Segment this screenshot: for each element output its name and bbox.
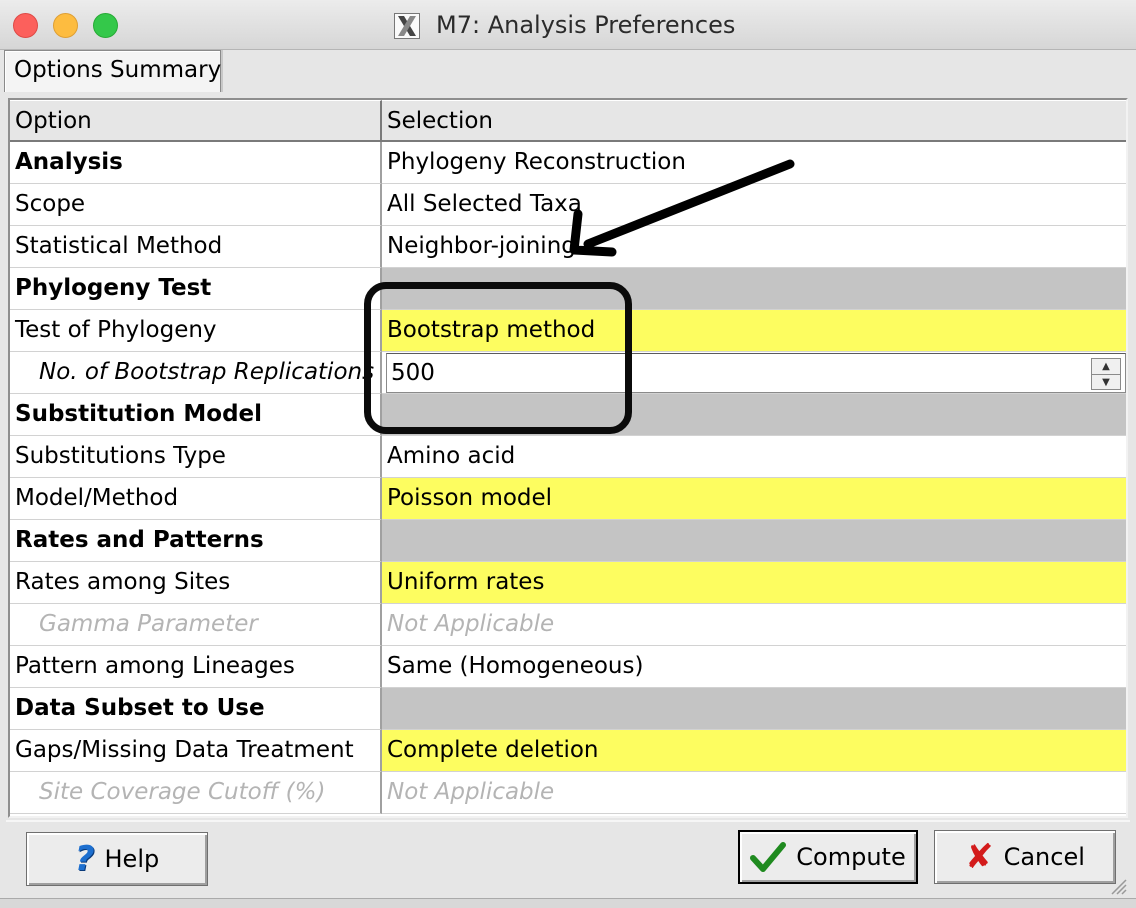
option-cell: Scope: [10, 184, 382, 226]
column-header-option[interactable]: Option: [10, 100, 382, 142]
table-row[interactable]: Gamma Parameter Not Applicable: [10, 604, 1126, 646]
option-cell: Model/Method: [10, 478, 382, 520]
option-cell: Gaps/Missing Data Treatment: [10, 730, 382, 772]
selection-cell[interactable]: Not Applicable: [382, 604, 1126, 646]
title-bar: M7: Analysis Preferences: [0, 0, 1136, 50]
option-cell: No. of Bootstrap Replications: [10, 352, 382, 394]
option-cell: Test of Phylogeny: [10, 310, 382, 352]
bootstrap-replications-input[interactable]: 500 ▲ ▼: [386, 353, 1126, 393]
spinner-up-icon[interactable]: ▲: [1092, 359, 1120, 374]
help-button-label: Help: [104, 845, 160, 873]
table-row[interactable]: Test of Phylogeny Bootstrap method: [10, 310, 1126, 352]
selection-cell[interactable]: All Selected Taxa: [382, 184, 1126, 226]
option-cell: Data Subset to Use: [10, 688, 382, 730]
table-row[interactable]: Pattern among Lineages Same (Homogeneous): [10, 646, 1126, 688]
table-row[interactable]: Rates among Sites Uniform rates: [10, 562, 1126, 604]
table-row[interactable]: Gaps/Missing Data Treatment Complete dele…: [10, 730, 1126, 772]
selection-cell[interactable]: Neighbor-joining: [382, 226, 1126, 268]
spinner-down-icon[interactable]: ▼: [1092, 374, 1120, 389]
tab-options-summary[interactable]: Options Summary: [4, 50, 221, 92]
selection-cell: [382, 688, 1126, 730]
close-window-button[interactable]: [13, 13, 38, 38]
grid-header-row: Option Selection: [10, 100, 1126, 142]
status-strip: [0, 898, 1136, 908]
option-cell: Substitutions Type: [10, 436, 382, 478]
selection-cell: [382, 394, 1126, 436]
option-cell: Substitution Model: [10, 394, 382, 436]
resize-grip-icon[interactable]: [1108, 876, 1128, 896]
spinner-control[interactable]: ▲ ▼: [1091, 358, 1121, 390]
cancel-button[interactable]: ✘ Cancel: [934, 830, 1116, 884]
window-title: M7: Analysis Preferences: [436, 11, 736, 39]
selection-cell[interactable]: Poisson model: [382, 478, 1126, 520]
option-cell: Analysis: [10, 142, 382, 184]
option-cell: Gamma Parameter: [10, 604, 382, 646]
option-cell: Rates among Sites: [10, 562, 382, 604]
option-cell: Pattern among Lineages: [10, 646, 382, 688]
table-row[interactable]: Rates and Patterns: [10, 520, 1126, 562]
table-row[interactable]: Analysis Phylogeny Reconstruction: [10, 142, 1126, 184]
cancel-button-label: Cancel: [1003, 843, 1085, 871]
x-mark-icon: ✘: [965, 837, 994, 877]
table-row[interactable]: Substitution Model: [10, 394, 1126, 436]
help-button[interactable]: ? Help: [26, 832, 208, 886]
selection-cell[interactable]: Bootstrap method: [382, 310, 1126, 352]
table-row[interactable]: Scope All Selected Taxa: [10, 184, 1126, 226]
selection-cell[interactable]: Complete deletion: [382, 730, 1126, 772]
checkmark-icon: [750, 841, 787, 873]
selection-cell[interactable]: Not Applicable: [382, 772, 1126, 814]
zoom-window-button[interactable]: [93, 13, 118, 38]
selection-cell: [382, 268, 1126, 310]
table-row[interactable]: Statistical Method Neighbor-joining: [10, 226, 1126, 268]
selection-cell[interactable]: Amino acid: [382, 436, 1126, 478]
selection-cell: [382, 520, 1126, 562]
table-row[interactable]: Model/Method Poisson model: [10, 478, 1126, 520]
table-row[interactable]: Data Subset to Use: [10, 688, 1126, 730]
table-row[interactable]: No. of Bootstrap Replications 500 ▲ ▼: [10, 352, 1126, 394]
question-mark-icon: ?: [74, 839, 95, 879]
table-row[interactable]: Phylogeny Test: [10, 268, 1126, 310]
column-header-selection[interactable]: Selection: [382, 100, 1126, 142]
table-row[interactable]: Site Coverage Cutoff (%) Not Applicable: [10, 772, 1126, 814]
option-cell: Site Coverage Cutoff (%): [10, 772, 382, 814]
compute-button-label: Compute: [796, 843, 906, 871]
compute-button[interactable]: Compute: [738, 830, 918, 884]
button-bar: ? Help Compute ✘ Cancel: [6, 820, 1130, 898]
options-grid: Option Selection Analysis Phylogeny Recon…: [8, 98, 1128, 818]
selection-cell[interactable]: Uniform rates: [382, 562, 1126, 604]
minimize-window-button[interactable]: [53, 13, 78, 38]
table-row[interactable]: Substitutions Type Amino acid: [10, 436, 1126, 478]
option-cell: Statistical Method: [10, 226, 382, 268]
option-cell: Rates and Patterns: [10, 520, 382, 562]
option-cell: Phylogeny Test: [10, 268, 382, 310]
selection-cell[interactable]: Same (Homogeneous): [382, 646, 1126, 688]
x-window-icon: [394, 13, 420, 39]
selection-cell: Phylogeny Reconstruction: [382, 142, 1126, 184]
